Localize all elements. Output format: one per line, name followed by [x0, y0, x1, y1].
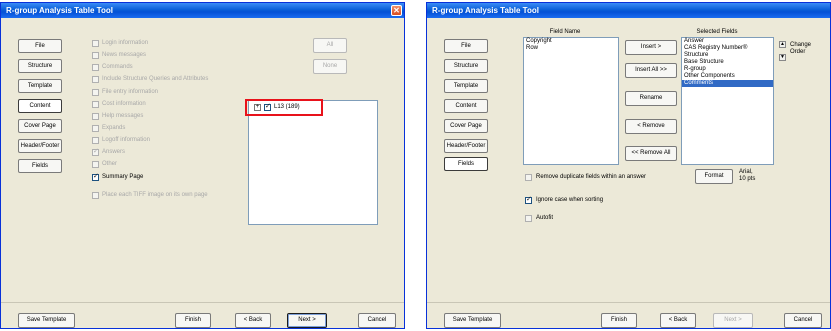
- autofit-checkbox[interactable]: [525, 215, 532, 222]
- selected-fields-list[interactable]: Answer CAS Registry Number® Structure Base …: [681, 37, 774, 165]
- option-label: Answers: [102, 149, 126, 155]
- autofit-label: Autofit: [536, 215, 554, 221]
- next-button[interactable]: Next >: [713, 313, 753, 328]
- option-label: News messages: [102, 52, 147, 58]
- window-title: R-group Analysis Table Tool: [6, 6, 113, 15]
- nav-template-button[interactable]: Template: [18, 79, 62, 93]
- option-checkbox[interactable]: [92, 172, 99, 181]
- cancel-button[interactable]: Cancel: [358, 313, 396, 328]
- back-button[interactable]: < Back: [235, 313, 271, 328]
- option-label: Expands: [102, 125, 126, 131]
- move-down-icon[interactable]: ▼: [779, 54, 786, 61]
- format-value-line-2: 10 pts: [739, 176, 756, 182]
- option-checkbox: [92, 52, 99, 59]
- ignore-case-checkbox[interactable]: [525, 195, 532, 204]
- nav-cover-page-button[interactable]: Cover Page: [444, 119, 488, 133]
- option-checkbox: [92, 101, 99, 108]
- remove-duplicate-label: Remove duplicate fields within an answer: [536, 174, 647, 180]
- remove-duplicate-checkbox[interactable]: [525, 174, 532, 181]
- ignore-case-label: Ignore case when sorting: [536, 197, 604, 203]
- option-checkbox: [92, 147, 99, 156]
- back-button[interactable]: < Back: [660, 313, 696, 328]
- next-button[interactable]: Next >: [287, 313, 327, 328]
- option-label: Place each TIFF image on its own page: [102, 192, 208, 198]
- selected-fields-header: Selected Fields: [696, 29, 738, 35]
- field-name-list[interactable]: Copyright Row: [523, 37, 619, 165]
- option-label: Other: [102, 161, 118, 167]
- title-bar: R-group Analysis Table Tool ✕: [1, 3, 404, 18]
- nav-template-button[interactable]: Template: [444, 79, 488, 93]
- close-icon[interactable]: ✕: [391, 5, 402, 16]
- save-template-button[interactable]: Save Template: [444, 313, 501, 328]
- option-checkbox: [92, 64, 99, 71]
- content-dialog-window: R-group Analysis Table Tool ✕ File Struc…: [0, 2, 405, 329]
- list-item[interactable]: Other Components: [682, 73, 773, 80]
- nav-file-button[interactable]: File: [18, 39, 62, 53]
- option-label: Help messages: [102, 113, 144, 119]
- list-item[interactable]: Answer: [682, 38, 773, 45]
- option-checkbox: [92, 113, 99, 120]
- finish-button[interactable]: Finish: [175, 313, 211, 328]
- finish-button[interactable]: Finish: [601, 313, 637, 328]
- nav-file-button[interactable]: File: [444, 39, 488, 53]
- format-value-line-1: Arial,: [739, 169, 753, 175]
- list-item[interactable]: Row: [524, 45, 618, 52]
- insert-button[interactable]: Insert >: [625, 40, 677, 55]
- list-item[interactable]: CAS Registry Number®: [682, 45, 773, 52]
- none-button[interactable]: None: [313, 59, 347, 74]
- nav-structure-button[interactable]: Structure: [18, 59, 62, 73]
- nav-content-button[interactable]: Content: [444, 99, 488, 113]
- option-checkbox: [92, 125, 99, 132]
- query-tree-panel: [248, 100, 378, 225]
- option-checkbox: [92, 40, 99, 47]
- option-checkbox: [92, 76, 99, 83]
- move-up-icon[interactable]: ▲: [779, 41, 786, 48]
- rename-button[interactable]: Rename: [625, 91, 677, 106]
- nav-fields-button[interactable]: Fields: [18, 159, 62, 173]
- option-label: Summary Page: [102, 174, 144, 180]
- remove-all-button[interactable]: << Remove All: [625, 146, 677, 161]
- nav-header-footer-button[interactable]: Header/Footer: [444, 139, 488, 153]
- list-item[interactable]: Structure: [682, 52, 773, 59]
- option-label: File entry information: [102, 89, 159, 95]
- option-checkbox: [92, 89, 99, 96]
- save-template-button[interactable]: Save Template: [18, 313, 75, 328]
- nav-structure-button[interactable]: Structure: [444, 59, 488, 73]
- option-label: Login information: [102, 40, 149, 46]
- format-button[interactable]: Format: [695, 169, 733, 184]
- option-checkbox: [92, 192, 99, 199]
- option-label: Logoff information: [102, 137, 150, 143]
- list-item[interactable]: Comments: [682, 80, 773, 87]
- nav-cover-page-button[interactable]: Cover Page: [18, 119, 62, 133]
- query-checkbox[interactable]: [264, 102, 271, 111]
- query-label[interactable]: L13 (189): [274, 104, 300, 110]
- nav-header-footer-button[interactable]: Header/Footer: [18, 139, 62, 153]
- change-order-line-2: Order: [790, 49, 806, 55]
- title-bar: R-group Analysis Table Tool: [427, 3, 830, 18]
- change-order-line-1: Change: [790, 42, 812, 48]
- option-checkbox: [92, 137, 99, 144]
- window-title: R-group Analysis Table Tool: [432, 6, 539, 15]
- all-button[interactable]: All: [313, 38, 347, 53]
- option-checkbox: [92, 161, 99, 168]
- field-name-header: Field Name: [549, 29, 581, 35]
- fields-dialog-window: R-group Analysis Table Tool File Structu…: [426, 2, 831, 329]
- option-label: Include Structure Queries and Attributes: [102, 76, 209, 82]
- expand-icon[interactable]: +: [254, 104, 261, 111]
- nav-fields-button[interactable]: Fields: [444, 157, 488, 171]
- option-label: Commands: [102, 64, 133, 70]
- list-item[interactable]: Base Structure: [682, 59, 773, 66]
- list-item[interactable]: R-group: [682, 66, 773, 73]
- nav-content-button[interactable]: Content: [18, 99, 62, 113]
- remove-button[interactable]: < Remove: [625, 119, 677, 134]
- cancel-button[interactable]: Cancel: [784, 313, 822, 328]
- option-label: Cost information: [102, 101, 146, 107]
- list-item[interactable]: Copyright: [524, 38, 618, 45]
- insert-all-button[interactable]: Insert All >>: [625, 63, 677, 78]
